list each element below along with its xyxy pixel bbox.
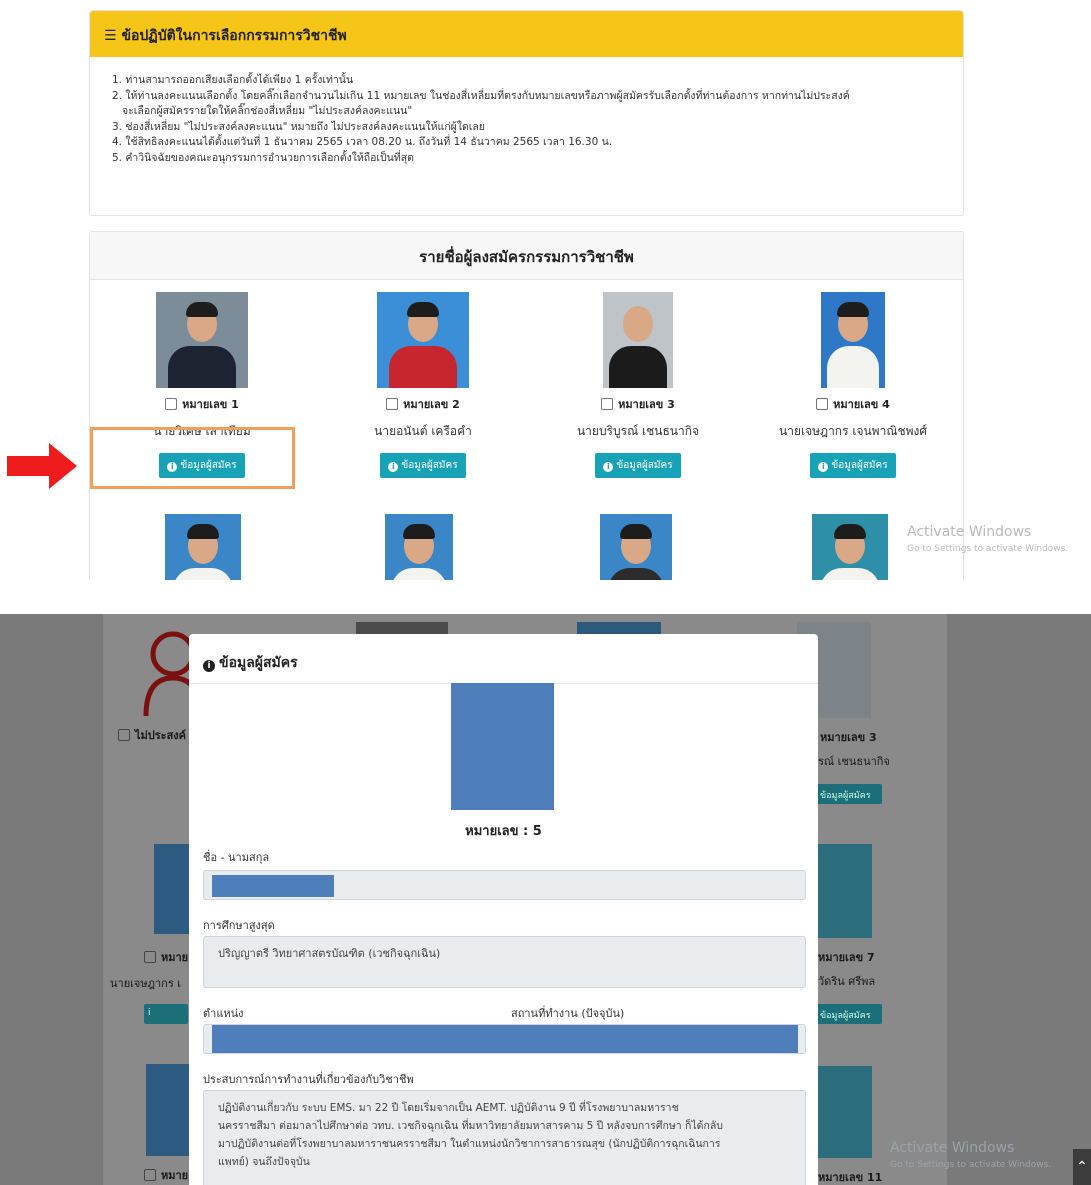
experience-line: แพทย์) จนถึงปัจจุบัน: [218, 1156, 310, 1168]
candidate-photo: [156, 292, 248, 388]
education-field: ปริญญาตรี วิทยาศาสตรบัณฑิต (เวชกิจฉุกเฉิ…: [203, 936, 806, 988]
candidate-photo: [154, 844, 190, 934]
name-field: [203, 870, 806, 900]
candidate-number: หมายเลข 1: [182, 398, 239, 411]
info-icon: i: [818, 462, 829, 472]
highlight-box: [90, 427, 295, 489]
scroll-up-icon[interactable]: ⌃: [1073, 1149, 1091, 1185]
candidate-number: หมายเลข 2: [403, 398, 460, 411]
candidate-photo: [146, 1064, 190, 1156]
candidate-photo: [377, 292, 469, 388]
rule-item: 5. คำวินิจฉัยของคณะอนุกรรมการอำนวยการเลื…: [112, 151, 415, 164]
activate-windows-watermark: Activate Windows Go to Settings to activ…: [890, 1140, 1052, 1170]
candidates-card: รายชื่อผู้ลงสมัครกรรมการวิชาชีพ หมายเลข …: [89, 231, 964, 580]
candidate-number: หมายเลข 4: [833, 398, 890, 411]
candidate-info-button[interactable]: ข้อมูลผู้สมัคร: [816, 784, 882, 804]
rules-list: 1. ท่านสามารถออกเสียงเลือกตั้งได้เพียง 1…: [90, 57, 963, 166]
redacted-block: [212, 875, 334, 897]
rules-header: ☰ ข้อปฏิบัติในการเลือกกรรมการวิชาชีพ: [90, 11, 963, 57]
experience-label: ประสบการณ์การทำงานที่เกี่ยวข้องกับวิชาชี…: [203, 1073, 414, 1086]
candidate-name: นายบริบูรณ์ เชนธนากิจ: [576, 424, 700, 438]
candidate-photo: [165, 514, 241, 580]
candidate-name: รณ์ เชนธนากิจ: [818, 755, 890, 768]
candidate-photo: [603, 292, 673, 388]
info-icon: i: [603, 462, 614, 472]
no-vote-label: ไม่ประสงค์: [118, 726, 186, 744]
candidate-name: นายอนันต์ เครือคำ: [374, 424, 472, 438]
experience-field: ปฏิบัติงานเกี่ยวกับ ระบบ EMS. มา 22 ปี โ…: [203, 1090, 806, 1185]
candidate-info-button[interactable]: i ข้อมูลผู้สมัคร: [595, 453, 681, 478]
rule-item: จะเลือกผู้สมัครรายใดให้คลิ๊กช่องสี่เหลี่…: [122, 105, 413, 117]
candidate-name: นายเจษฎากร เ: [110, 977, 181, 990]
modal-title: ข้อมูลผู้สมัคร: [219, 655, 298, 671]
rule-item: 2. ให้ท่านลงคะแนนเลือกตั้ง โดยคลิ๊กเลือก…: [112, 89, 850, 102]
candidate-photo: [818, 844, 872, 938]
education-label: การศึกษาสูงสุด: [203, 919, 275, 932]
info-icon: i: [388, 462, 399, 472]
candidate-number: หมายเลข 3: [820, 731, 877, 744]
workplace-label: สถานที่ทำงาน (ปัจจุบัน): [511, 1007, 625, 1020]
activate-windows-watermark: Activate Windows Go to Settings to activ…: [907, 524, 1069, 554]
candidate-info-button[interactable]: ข้อมูลผู้สมัคร: [816, 1004, 882, 1024]
experience-line: มาปฏิบัติงานต่อที่โรงพยาบาลมหาราชนครราชส…: [218, 1138, 721, 1150]
experience-line: นครราชสีมา ต่อมาลาไปศึกษาต่อ วทบ. เวชกิจ…: [218, 1120, 723, 1132]
candidate-number: หมายเลข 3: [618, 398, 675, 411]
modal-header: i ข้อมูลผู้สมัคร: [189, 634, 818, 684]
rule-item: 4. ใช้สิทธิลงคะแนนได้ตั้งแต่วันที่ 1 ธัน…: [112, 136, 613, 148]
candidate-photo: [812, 514, 888, 580]
rule-item: 3. ช่องสี่เหลี่ยม "ไม่ประสงค์ลงคะแนน" หม…: [112, 120, 485, 133]
candidate-info-button[interactable]: i ข้อมูลผู้สมัคร: [380, 453, 466, 478]
rules-card: ☰ ข้อปฏิบัติในการเลือกกรรมการวิชาชีพ 1. …: [89, 10, 964, 216]
name-label: ชื่อ - นามสกุล: [203, 851, 270, 864]
candidates-title: รายชื่อผู้ลงสมัครกรรมการวิชาชีพ: [90, 232, 963, 280]
candidate-photo: [821, 292, 885, 388]
candidate-number: หมาย: [144, 1166, 188, 1184]
candidate-checkbox[interactable]: [816, 398, 829, 410]
candidate-card: หมายเลข 3 นายบริบูรณ์ เชนธนากิจ i ข้อมูลผ…: [538, 292, 738, 478]
candidate-photo: [818, 1066, 872, 1158]
candidate-name: นายเจษฎากร เจนพาณิชพงศ์: [779, 424, 927, 438]
candidate-number: หมายเลข : 5: [465, 824, 542, 839]
candidate-photo: [600, 514, 672, 580]
position-workplace-field: [203, 1024, 806, 1054]
candidate-number: หมายเลข 11: [818, 1171, 883, 1184]
candidate-info-button[interactable]: i ข้อมูลผู้สมัคร: [810, 453, 896, 478]
candidate-checkbox[interactable]: [165, 398, 178, 410]
red-arrow-icon: [7, 443, 77, 489]
candidate-card: หมายเลข 4 นายเจษฎากร เจนพาณิชพงศ์ i ข้อมู…: [753, 292, 953, 478]
candidate-info-modal-screen: ไม่ประสงค์ หมายเลข 3 รณ์ เชนธนากิจ ข้อมู…: [0, 614, 1091, 1185]
candidate-list-screen: ☰ ข้อปฏิบัติในการเลือกกรรมการวิชาชีพ 1. …: [0, 0, 1091, 580]
candidate-info-modal: i ข้อมูลผู้สมัคร หมายเลข : 5 ชื่อ - นามสก…: [189, 634, 818, 1185]
rule-item: 1. ท่านสามารถออกเสียงเลือกตั้งได้เพียง 1…: [112, 74, 354, 86]
candidate-photo-redacted: [451, 683, 554, 810]
candidate-checkbox[interactable]: [601, 398, 614, 410]
experience-line: ปฏิบัติงานเกี่ยวกับ ระบบ EMS. มา 22 ปี โ…: [218, 1102, 679, 1114]
position-label: ตำแหน่ง: [203, 1007, 244, 1020]
info-icon: i: [203, 660, 215, 672]
candidate-number: หมายเลข 7: [818, 951, 875, 964]
list-icon: ☰: [104, 28, 122, 44]
redacted-block: [212, 1025, 798, 1053]
candidate-card: หมายเลข 2 นายอนันต์ เครือคำ i ข้อมูลผู้สม…: [323, 292, 523, 478]
candidate-info-button[interactable]: i: [144, 1004, 188, 1024]
candidate-photo: [385, 514, 453, 580]
candidate-checkbox[interactable]: [386, 398, 399, 410]
rules-title: ข้อปฏิบัติในการเลือกกรรมการวิชาชีพ: [121, 28, 347, 44]
candidate-number: หมาย: [144, 948, 188, 966]
candidate-name: วัดริน ศรีพล: [818, 975, 876, 988]
